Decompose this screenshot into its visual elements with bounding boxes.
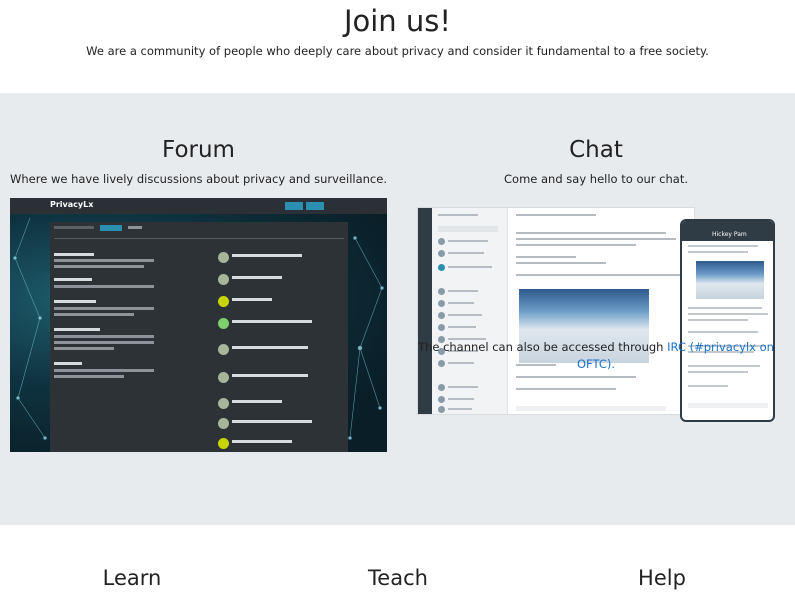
- phone-room-name: Hickey Pam: [712, 231, 747, 238]
- page-title: Join us!: [343, 4, 452, 38]
- chat-note-text: The channel can also be accessed through: [418, 340, 668, 354]
- phone-snow-photo: [696, 261, 764, 299]
- forum-login-button: [306, 202, 324, 210]
- forum-screenshot[interactable]: PrivacyLx: [10, 198, 387, 452]
- chat-screenshot[interactable]: [417, 207, 695, 415]
- chat-phone-screenshot: Hickey Pam: [680, 219, 775, 422]
- chat-rail: [418, 208, 432, 414]
- hero-subtitle: We are a community of people who deeply …: [86, 44, 709, 58]
- teach-title: Teach: [368, 566, 428, 590]
- hero-section: Join us! We are a community of people wh…: [0, 0, 795, 93]
- forum-panel: [50, 222, 348, 452]
- forum-logo: PrivacyLx: [50, 200, 94, 209]
- forum-title: Forum: [162, 137, 235, 163]
- chat-title: Chat: [569, 137, 623, 163]
- forum-signup-button: [285, 202, 303, 210]
- forum-description: Where we have lively discussions about p…: [10, 172, 387, 186]
- chat-description: Come and say hello to our chat.: [504, 172, 688, 186]
- chat-room-list: [432, 208, 508, 414]
- chat-note: The channel can also be accessed through…: [410, 339, 782, 373]
- learn-title: Learn: [102, 566, 162, 590]
- help-title: Help: [638, 566, 686, 590]
